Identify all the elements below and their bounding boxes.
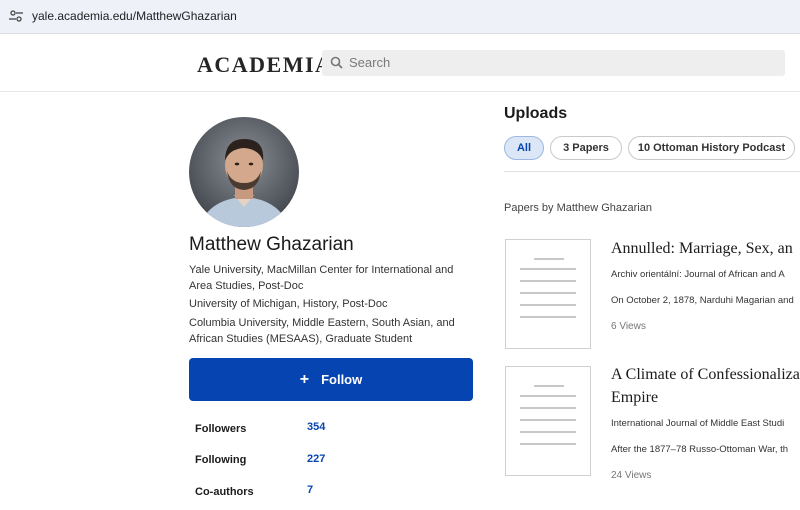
stat-label-coauthors[interactable]: Co-authors bbox=[195, 486, 254, 498]
tab-ottoman-history-podcast[interactable]: 10 Ottoman History Podcast bbox=[628, 136, 795, 160]
browser-address-bar[interactable]: yale.academia.edu/MatthewGhazarian bbox=[0, 0, 800, 33]
site-settings-icon[interactable] bbox=[9, 10, 23, 22]
stat-label-following[interactable]: Following bbox=[195, 454, 246, 466]
papers-by-heading: Papers by Matthew Ghazarian bbox=[504, 202, 652, 214]
tab-papers[interactable]: 3 Papers bbox=[550, 136, 622, 160]
stat-value-followers[interactable]: 354 bbox=[307, 421, 325, 433]
search-icon bbox=[330, 56, 343, 69]
stat-value-following[interactable]: 227 bbox=[307, 453, 325, 465]
stat-label-followers[interactable]: Followers bbox=[195, 423, 246, 435]
paper-thumbnail[interactable] bbox=[505, 239, 591, 349]
divider bbox=[504, 171, 800, 172]
paper-title[interactable]: Annulled: Marriage, Sex, an bbox=[611, 237, 800, 260]
uploads-heading: Uploads bbox=[504, 105, 568, 122]
tab-all[interactable]: All bbox=[504, 136, 544, 160]
academia-logo[interactable]: ACADEMIA bbox=[197, 52, 332, 78]
follow-button[interactable]: + Follow bbox=[189, 358, 473, 401]
url-text[interactable]: yale.academia.edu/MatthewGhazarian bbox=[32, 9, 237, 23]
paper-snippet: After the 1877–78 Russo-Ottoman War, th bbox=[611, 444, 789, 455]
paper-thumbnail[interactable] bbox=[505, 366, 591, 476]
paper-title-continued[interactable]: Empire bbox=[611, 386, 800, 409]
paper-title[interactable]: A Climate of Confessionaliza bbox=[611, 363, 800, 386]
search-placeholder: Search bbox=[349, 55, 391, 70]
plus-icon: + bbox=[299, 370, 310, 388]
paper-journal: International Journal of Middle East Stu… bbox=[611, 418, 785, 429]
affiliation-item[interactable]: Columbia University, Middle Eastern, Sou… bbox=[189, 315, 469, 347]
affiliation-item[interactable]: University of Michigan, History, Post-Do… bbox=[189, 296, 469, 312]
stat-value-coauthors[interactable]: 7 bbox=[307, 484, 313, 496]
affiliation-item[interactable]: Yale University, MacMillan Center for In… bbox=[189, 262, 469, 294]
paper-views: 6 Views bbox=[611, 321, 646, 332]
profile-name: Matthew Ghazarian bbox=[189, 234, 354, 255]
follow-label: Follow bbox=[321, 372, 363, 387]
avatar bbox=[189, 117, 299, 227]
paper-views: 24 Views bbox=[611, 470, 652, 481]
paper-snippet: On October 2, 1878, Narduhi Magarian and bbox=[611, 295, 794, 306]
paper-journal: Archiv orientální: Journal of African an… bbox=[611, 269, 785, 280]
search-input[interactable]: Search bbox=[322, 50, 785, 76]
site-header: ACADEMIA Search bbox=[0, 34, 800, 92]
